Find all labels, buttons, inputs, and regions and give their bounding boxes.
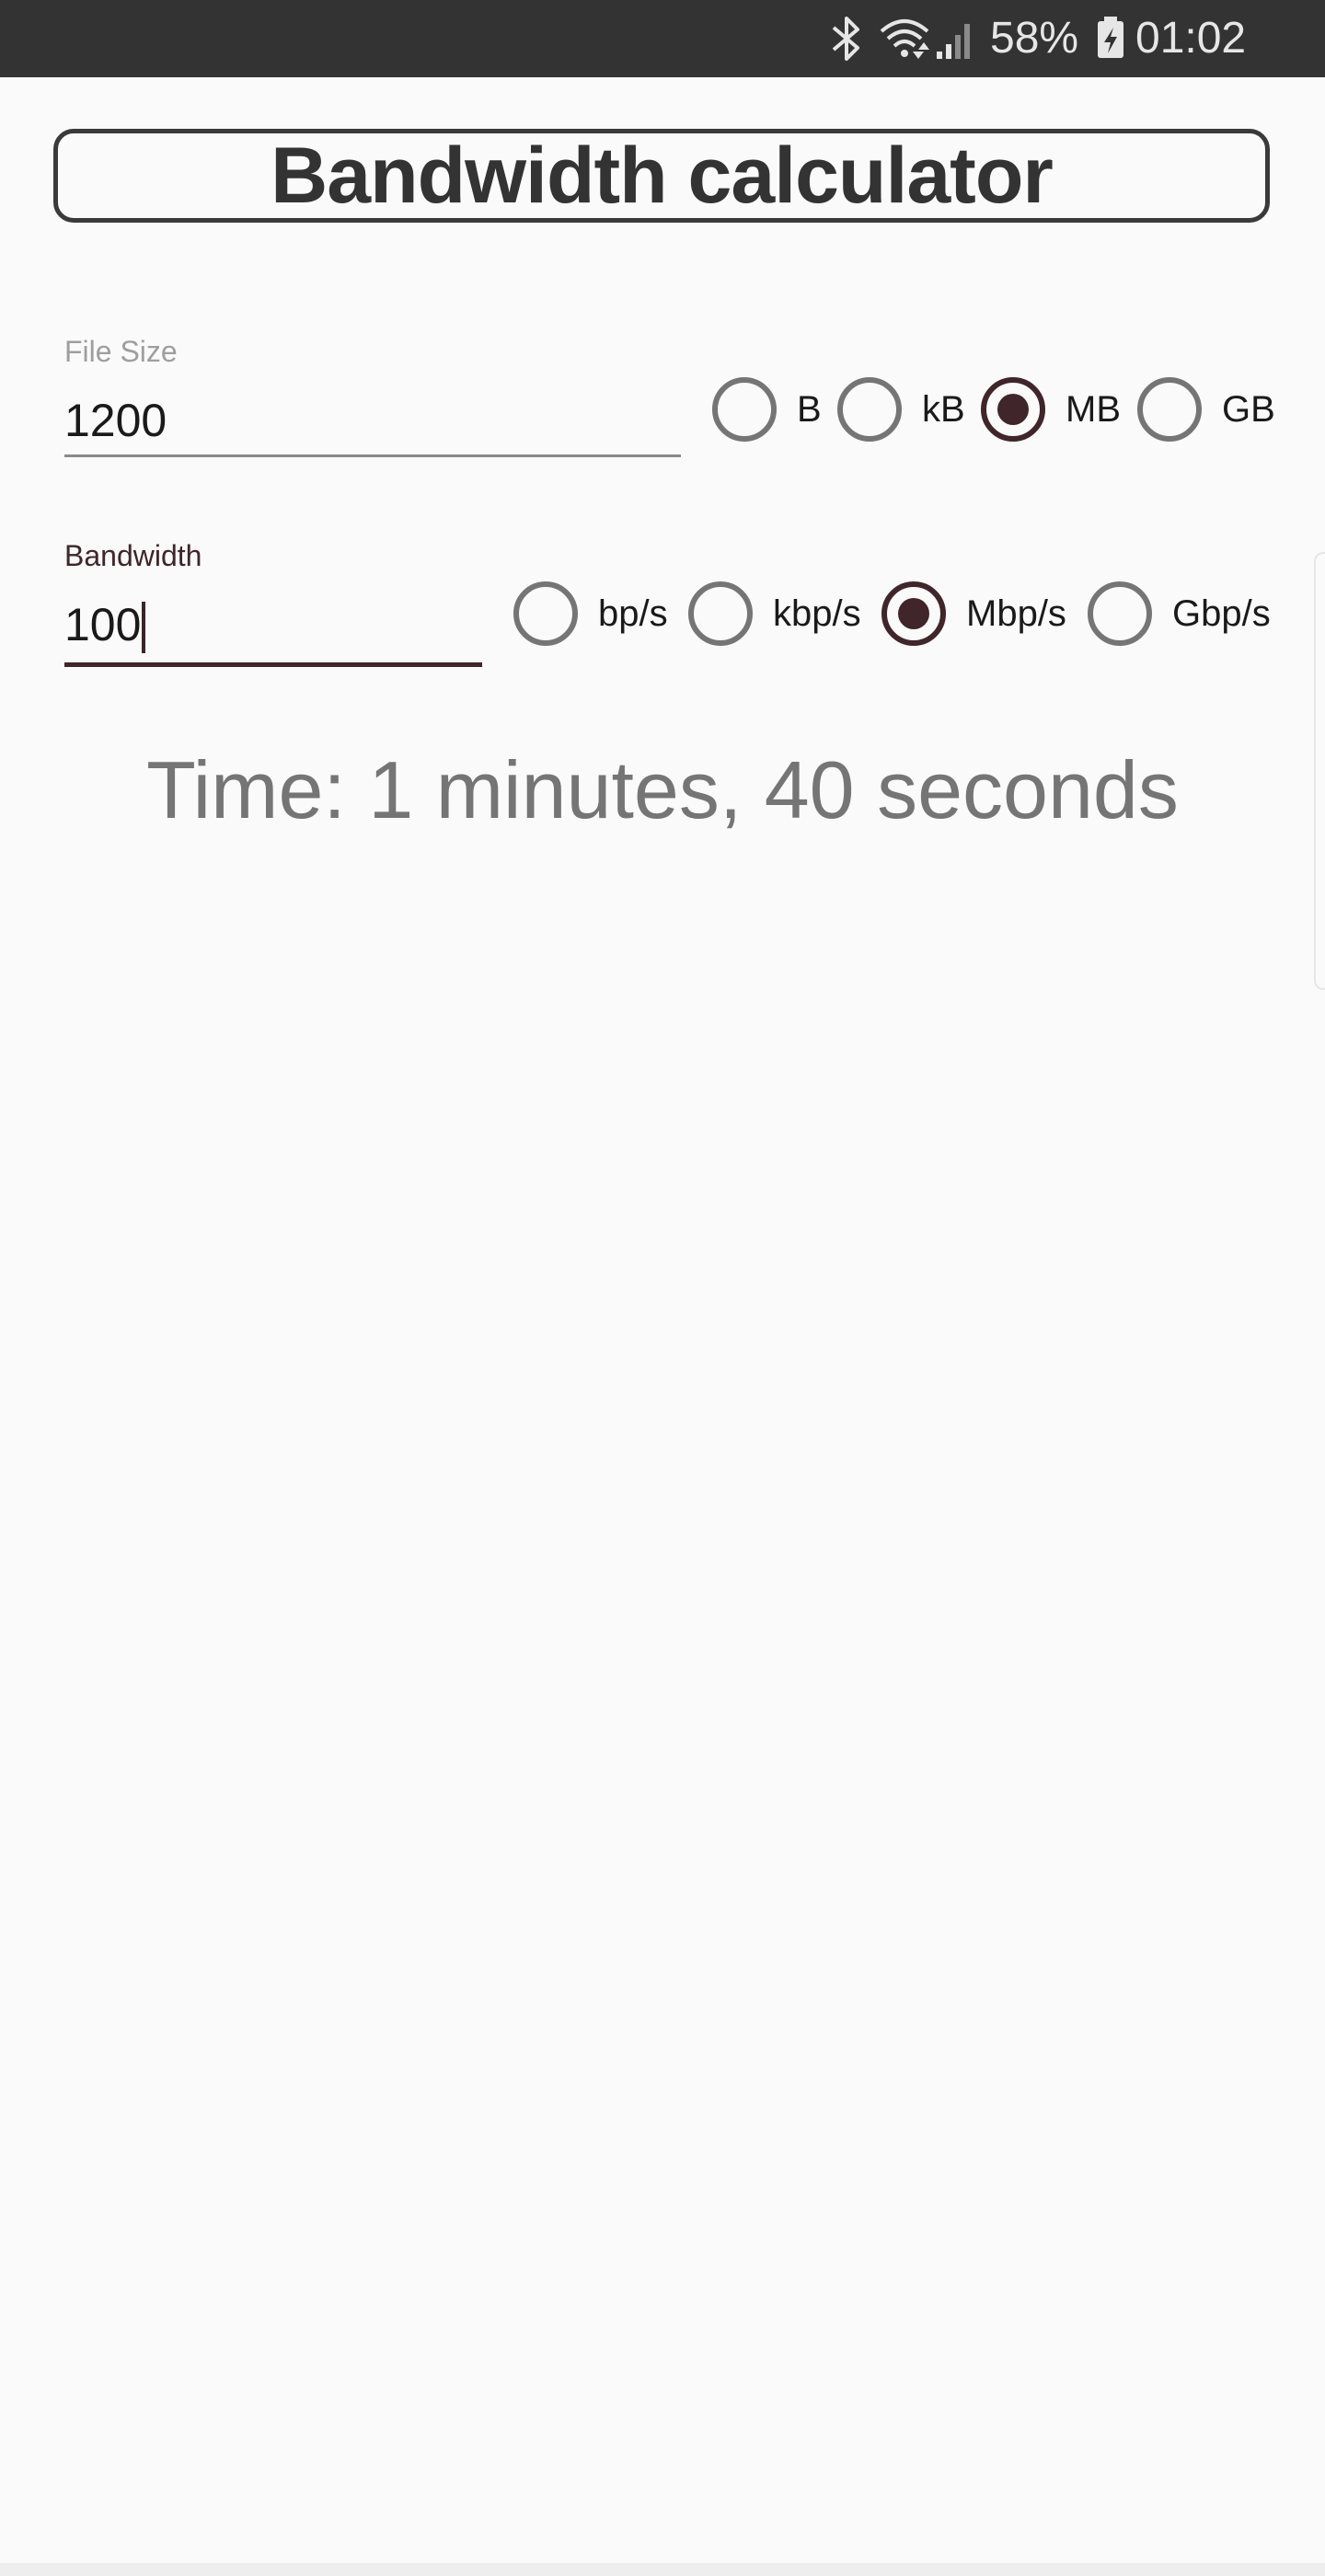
wifi-icon: [878, 13, 931, 64]
radio-unit-gbps[interactable]: [1088, 581, 1152, 646]
bluetooth-icon: [826, 13, 867, 64]
radio-unit-bps[interactable]: [513, 581, 578, 646]
radio-label-gbps: Gbp/s: [1172, 593, 1271, 634]
file-size-input[interactable]: 1200: [64, 377, 681, 460]
radio-unit-b[interactable]: [712, 377, 777, 442]
radio-unit-mb[interactable]: [981, 377, 1045, 442]
radio-selected-dot: [898, 598, 929, 629]
app-title: Bandwidth calculator: [271, 131, 1054, 220]
radio-label-mbps: Mbp/s: [966, 593, 1066, 634]
file-size-label: File Size: [64, 335, 178, 368]
battery-icon: [1095, 13, 1126, 64]
radio-label-bps: bp/s: [598, 593, 668, 634]
signal-icon: [935, 13, 975, 64]
radio-label-mb: MB: [1066, 389, 1121, 430]
text-caret: [142, 602, 145, 653]
clock: 01:02: [1135, 14, 1247, 63]
radio-unit-gb[interactable]: [1137, 377, 1202, 442]
radio-unit-kbps[interactable]: [688, 581, 753, 646]
file-size-underline: [64, 454, 681, 457]
bandwidth-underline: [64, 662, 482, 667]
bandwidth-label: Bandwidth: [64, 539, 202, 572]
radio-label-kbps: kbp/s: [773, 593, 861, 634]
result-time: Time: 1 minutes, 40 seconds: [146, 744, 1179, 835]
status-bar: 58% 01:02: [0, 0, 1325, 77]
radio-label-gb: GB: [1222, 389, 1275, 430]
edge-panel-handle[interactable]: [1314, 552, 1325, 990]
battery-percentage: 58%: [990, 14, 1079, 63]
radio-label-kb: kB: [922, 389, 965, 430]
radio-label-b: B: [797, 389, 822, 430]
radio-unit-kb[interactable]: [837, 377, 902, 442]
bottom-strip: [0, 2563, 1325, 2576]
bandwidth-value: 100: [64, 599, 142, 650]
title-banner: Bandwidth calculator: [53, 129, 1270, 223]
bandwidth-input[interactable]: 100: [64, 581, 482, 669]
radio-selected-dot: [997, 394, 1029, 425]
file-size-value: 1200: [64, 395, 167, 446]
radio-unit-mbps[interactable]: [881, 581, 946, 646]
